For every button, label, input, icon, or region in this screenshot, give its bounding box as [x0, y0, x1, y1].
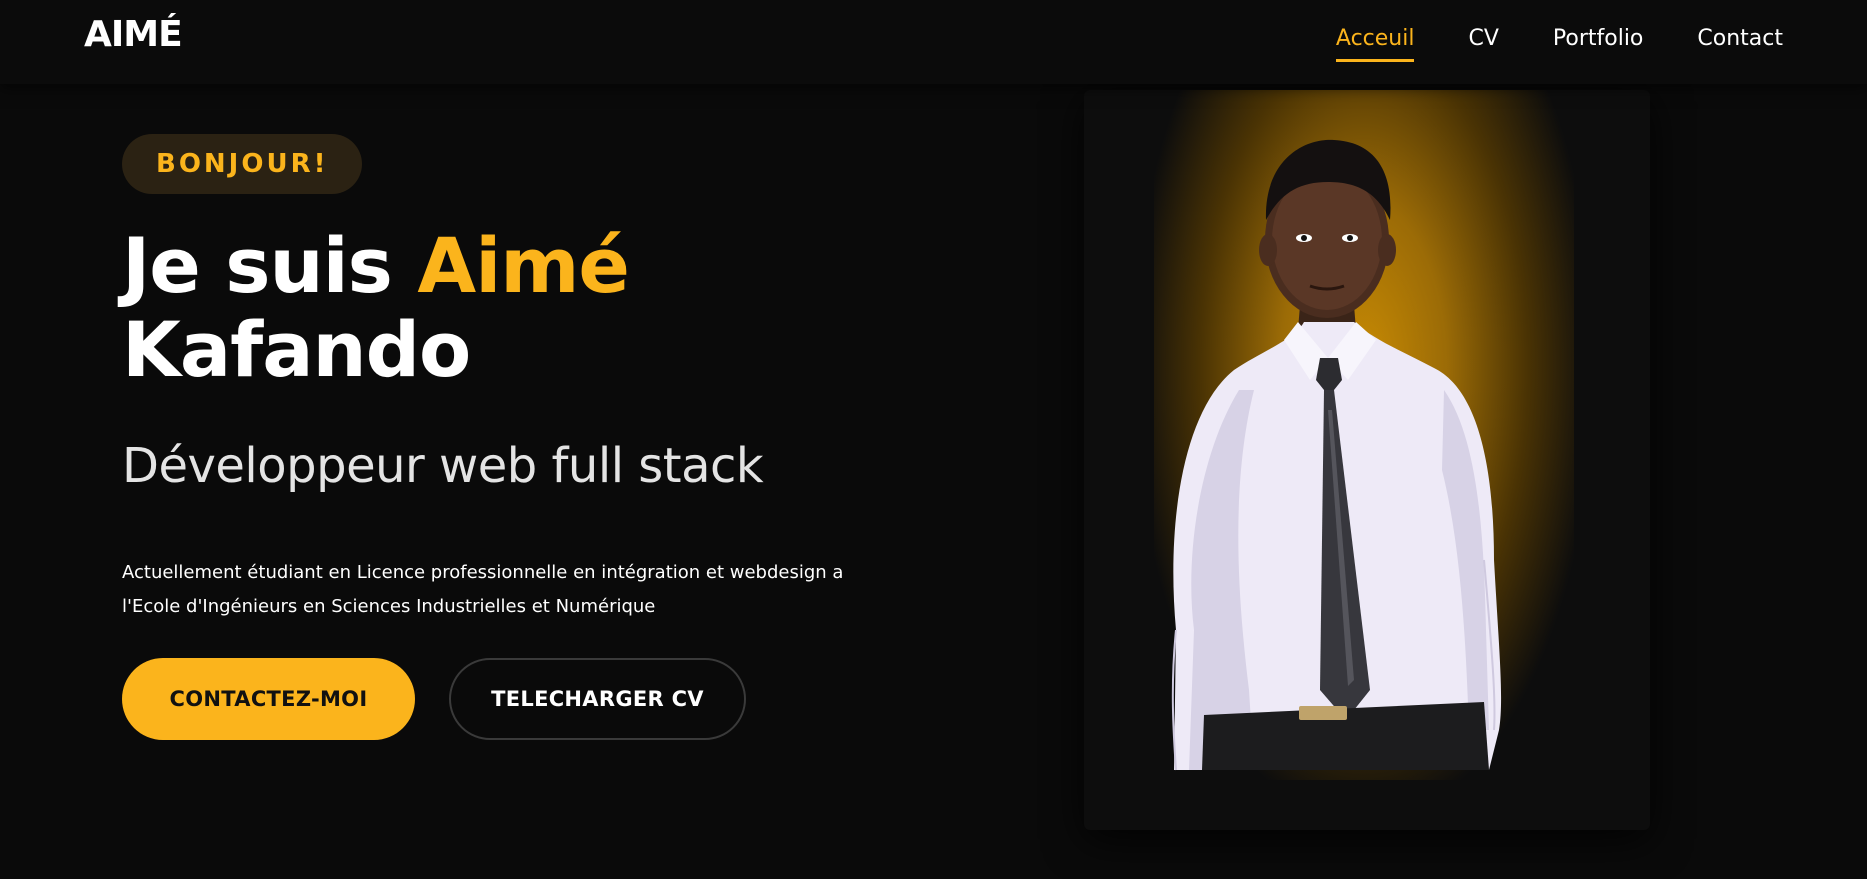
- hero-actions: CONTACTEZ-MOI TELECHARGER CV: [122, 658, 922, 740]
- hero-description: Actuellement étudiant en Licence profess…: [122, 562, 844, 617]
- nav-item-acceuil: Acceuil: [1335, 26, 1415, 62]
- headline-surname: Kafando: [122, 305, 471, 394]
- download-cv-button[interactable]: TELECHARGER CV: [449, 658, 746, 740]
- nav-link-acceuil[interactable]: Acceuil: [1335, 26, 1415, 62]
- portrait-photo: [1171, 139, 1502, 771]
- hero-intro: BONJOUR! Je suis Aimé Kafando Développeu…: [122, 134, 922, 740]
- greeting-badge: BONJOUR!: [122, 134, 363, 194]
- hero-role: Développeur web full stack: [122, 438, 764, 494]
- navbar: AIMÉ Acceuil CV Portfolio Contact: [0, 0, 1867, 84]
- headline-prefix: Je suis: [122, 221, 418, 310]
- nav-item-contact: Contact: [1697, 26, 1783, 62]
- nav-item-portfolio: Portfolio: [1553, 26, 1644, 62]
- hero-headline: Je suis Aimé Kafando: [122, 224, 922, 392]
- main-nav: Acceuil CV Portfolio Contact: [1335, 26, 1783, 62]
- portrait-card: [1084, 90, 1650, 830]
- site-logo[interactable]: AIMÉ: [84, 14, 183, 55]
- contact-me-button[interactable]: CONTACTEZ-MOI: [122, 658, 415, 740]
- nav-item-cv: CV: [1468, 26, 1498, 62]
- nav-link-portfolio[interactable]: Portfolio: [1553, 26, 1644, 59]
- nav-link-contact[interactable]: Contact: [1697, 26, 1783, 59]
- nav-link-cv[interactable]: CV: [1468, 26, 1498, 59]
- headline-accent-name: Aimé: [417, 221, 630, 310]
